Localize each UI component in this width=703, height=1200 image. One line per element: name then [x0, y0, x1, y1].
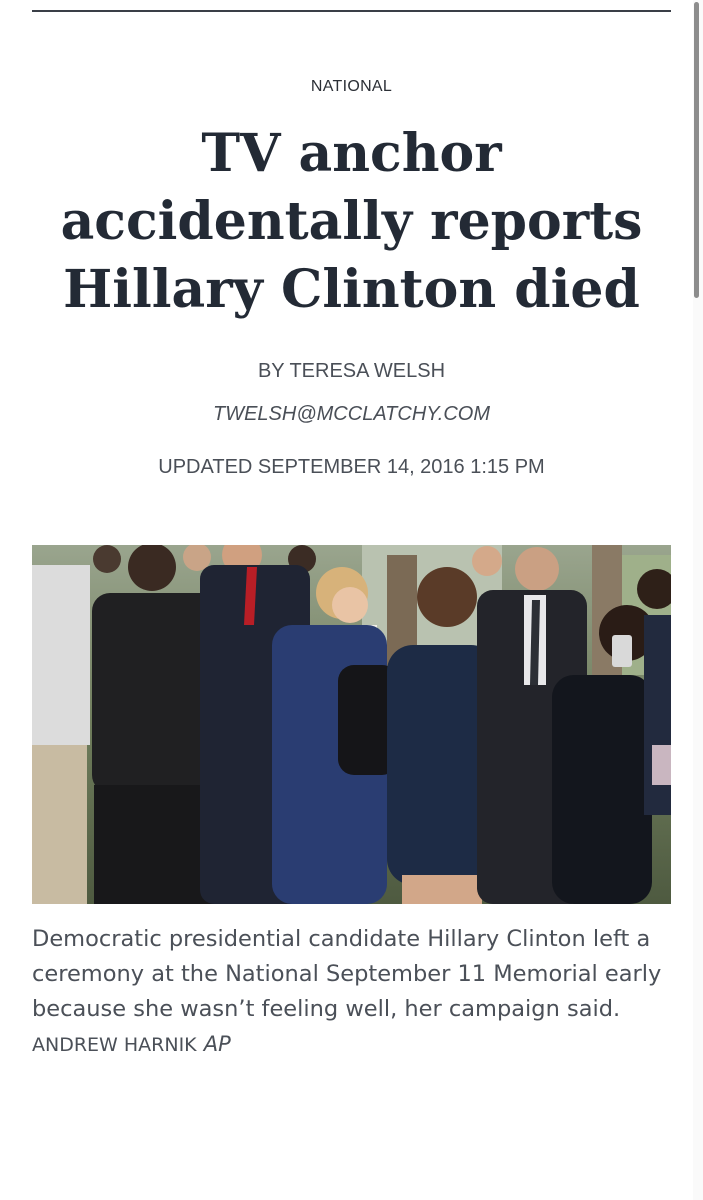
caption-text: Democratic presidential candidate Hillar… [32, 926, 662, 1022]
top-divider [32, 10, 671, 12]
article-photo[interactable] [32, 545, 671, 904]
updated-timestamp: UPDATED SEPTEMBER 14, 2016 1:15 PM [158, 456, 545, 478]
author-email[interactable]: TWELSH@MCCLATCHY.COM [0, 403, 703, 426]
section-label[interactable]: NATIONAL [0, 78, 703, 96]
scrollbar-thumb[interactable] [694, 2, 699, 298]
scrollbar[interactable] [693, 0, 703, 1200]
author-byline[interactable]: BY TERESA WELSH [0, 360, 703, 383]
photo-credit-name: ANDREW HARNIK [32, 1034, 197, 1056]
photo-credit-org: AP [203, 1032, 231, 1056]
photo-caption: Democratic presidential candidate Hillar… [32, 922, 672, 1063]
article-headline: TV anchor accidentally reports Hillary C… [60, 123, 643, 320]
